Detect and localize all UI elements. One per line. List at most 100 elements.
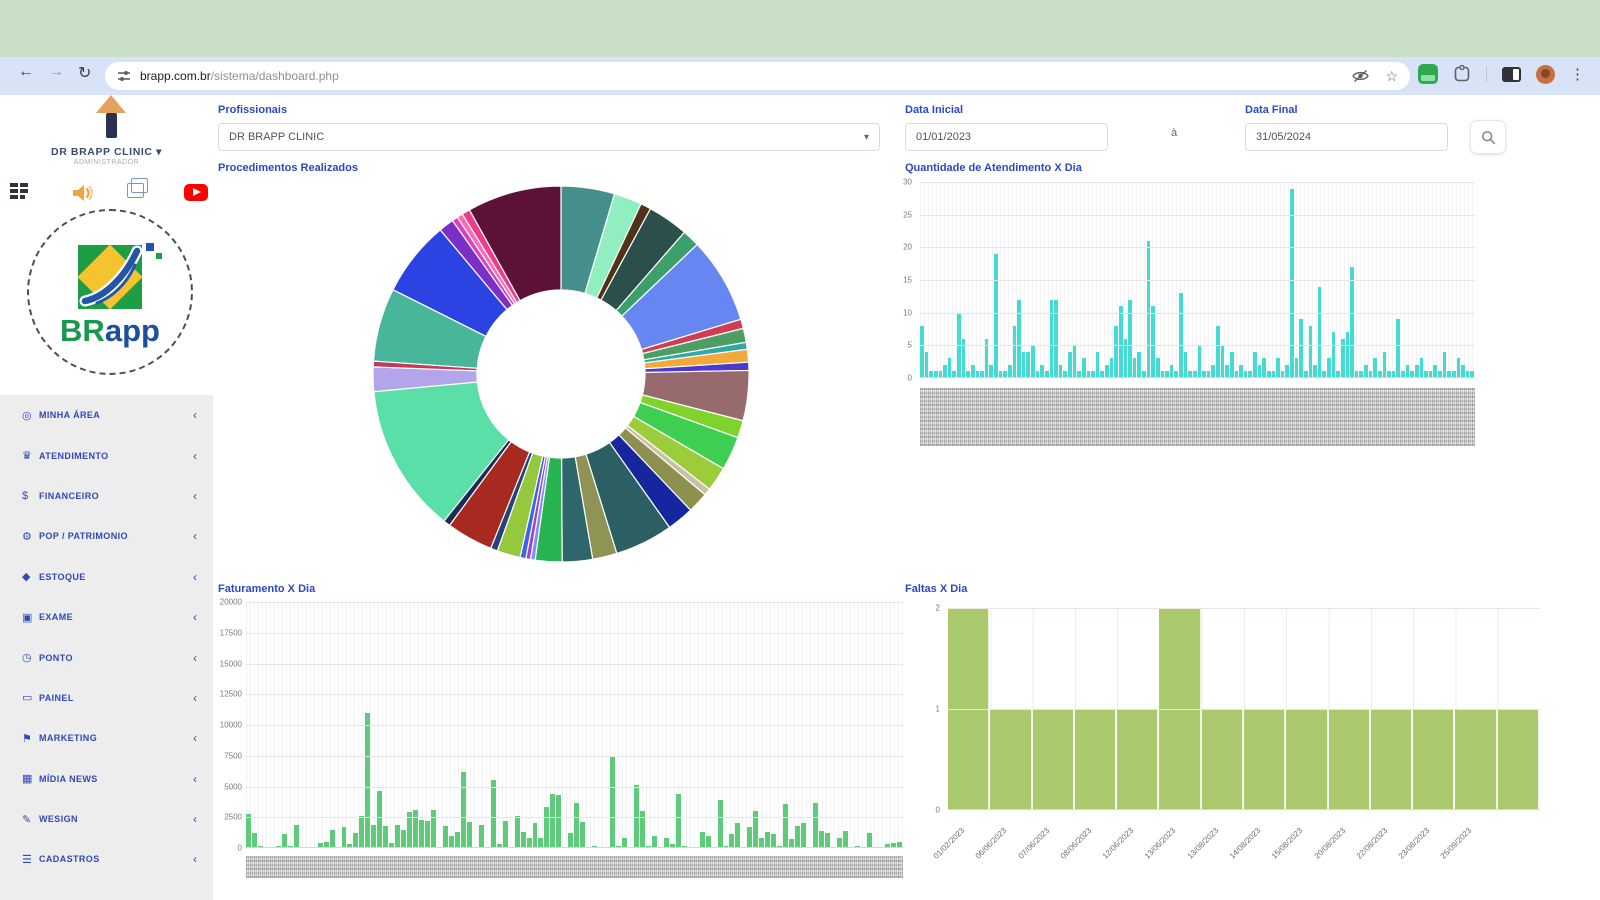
headset-icon: ◎: [22, 409, 39, 422]
x-tick-label: 13/08/2023: [1174, 826, 1220, 872]
bar: [920, 326, 924, 378]
browser-profile-avatar[interactable]: [1536, 65, 1555, 84]
sidebar-item-ponto[interactable]: ◷PONTO‹: [0, 637, 213, 677]
y-tick-label: 12500: [220, 690, 242, 699]
sidebar-item-pop-patrimonio[interactable]: ⚙POP / PATRIMONIO‹: [0, 516, 213, 556]
gridline: [246, 817, 903, 818]
bar: [1262, 358, 1266, 378]
bar: [990, 709, 1031, 810]
gridline: [948, 709, 1540, 710]
y-tick-label: 15: [903, 276, 912, 285]
y-tick-label: 0: [238, 844, 242, 853]
speaker-icon[interactable]: [72, 183, 94, 203]
bar: [359, 816, 364, 848]
attendance-plot: [920, 182, 1475, 378]
bar: [1286, 709, 1327, 810]
professionals-value: DR BRAPP CLINIC: [229, 131, 324, 143]
absences-plot: [948, 608, 1540, 810]
y-tick-label: 20: [903, 243, 912, 252]
bar: [1017, 300, 1021, 378]
forward-icon[interactable]: →: [48, 63, 64, 81]
gridline: [920, 280, 1475, 281]
sidebar-item-marketing[interactable]: ⚑MARKETING‹: [0, 718, 213, 758]
date-end-input[interactable]: 31/05/2024: [1245, 123, 1448, 151]
bar: [1371, 709, 1412, 810]
user-avatar[interactable]: [92, 95, 130, 139]
y-tick-label: 2: [936, 604, 940, 613]
sidebar-item-financeiro[interactable]: $FINANCEIRO‹: [0, 476, 213, 516]
chevron-left-icon: ‹: [193, 691, 197, 705]
youtube-icon[interactable]: [184, 184, 208, 201]
bar: [1455, 709, 1496, 810]
sidebar-item-label: PAINEL: [39, 693, 193, 703]
professionals-select[interactable]: DR BRAPP CLINIC ▾: [218, 123, 880, 151]
adblock-extension-icon[interactable]: [1418, 64, 1438, 84]
y-tick-label: 17500: [220, 628, 242, 637]
sidebar-item-label: MARKETING: [39, 733, 193, 743]
browser-menu-dots-icon[interactable]: ⋮: [1570, 65, 1585, 83]
bar: [533, 823, 538, 848]
chevron-left-icon: ‹: [193, 529, 197, 543]
revenue-plot: [246, 602, 903, 848]
bar: [813, 803, 818, 849]
bar: [1396, 319, 1400, 378]
sidebar-item-exame[interactable]: ▣EXAME‹: [0, 597, 213, 637]
bar: [1184, 352, 1188, 378]
bar: [729, 834, 734, 848]
date-start-label: Data Inicial: [905, 104, 963, 116]
bar: [330, 830, 335, 848]
address-bar[interactable]: brapp.com.br/sistema/dashboard.php ☆: [105, 62, 1410, 90]
chevron-left-icon: ‹: [193, 489, 197, 503]
bar: [556, 795, 561, 848]
sidebar-item-wesign[interactable]: ✎WESIGN‹: [0, 799, 213, 839]
bar: [395, 825, 400, 848]
sidebar-item-label: ATENDIMENTO: [39, 451, 193, 461]
sidebar-item-m-dia-news[interactable]: ▦MÍDIA NEWS‹: [0, 759, 213, 799]
copy-icon[interactable]: [127, 183, 144, 198]
x-tick-label: 20/08/2023: [1301, 826, 1347, 872]
logo-wordmark: BRapp: [29, 313, 191, 349]
extension-icon[interactable]: [1453, 65, 1471, 83]
chevron-left-icon: ‹: [193, 570, 197, 584]
bar: [1420, 358, 1424, 378]
browser-toolbar: ← → ↻ brapp.com.br/sistema/dashboard.php…: [0, 57, 1600, 95]
url-path: /sistema/dashboard.php: [211, 69, 339, 83]
bar: [419, 820, 424, 848]
sidebar-item-minha-rea[interactable]: ◎MINHA ÁREA‹: [0, 395, 213, 435]
bookmark-star-icon[interactable]: ☆: [1385, 68, 1398, 85]
eye-off-icon[interactable]: [1352, 69, 1369, 83]
sidebar-item-label: FINANCEIRO: [39, 491, 193, 501]
reload-icon[interactable]: ↻: [78, 63, 91, 83]
gridline: [246, 664, 903, 665]
sidebar-item-atendimento[interactable]: ♛ATENDIMENTO‹: [0, 435, 213, 475]
clock-icon: ◷: [22, 651, 39, 664]
tune-icon[interactable]: [117, 69, 131, 83]
bar: [1373, 358, 1377, 378]
back-icon[interactable]: ←: [18, 63, 34, 81]
bar: [1244, 709, 1285, 810]
gridline: [920, 247, 1475, 248]
gridline: [246, 756, 903, 757]
bar: [503, 821, 508, 848]
date-start-value: 01/01/2023: [916, 131, 971, 143]
x-tick-label: 08/06/2023: [1047, 826, 1093, 872]
sidebar-item-cadastros[interactable]: ☰CADASTROS‹: [0, 839, 213, 879]
y-tick-label: 2500: [224, 813, 242, 822]
bar: [718, 800, 723, 848]
sidebar-item-label: ESTOQUE: [39, 572, 193, 582]
bar: [1117, 709, 1158, 810]
side-panel-icon[interactable]: [1502, 67, 1521, 82]
sidebar-item-painel[interactable]: ▭PAINEL‹: [0, 678, 213, 718]
bar: [1050, 300, 1054, 378]
search-button[interactable]: [1470, 120, 1506, 154]
x-tick-label: 13/06/2023: [1132, 826, 1178, 872]
bar: [1068, 352, 1072, 378]
table-grid-icon[interactable]: [10, 183, 32, 202]
date-start-input[interactable]: 01/01/2023: [905, 123, 1108, 151]
sidebar-item-estoque[interactable]: ◆ESTOQUE‹: [0, 557, 213, 597]
user-name-dropdown[interactable]: DR BRAPP CLINIC ▾: [0, 146, 213, 158]
donut-svg: [365, 178, 757, 570]
bar: [294, 825, 299, 848]
sidebar-item-label: MINHA ÁREA: [39, 410, 193, 420]
bar: [401, 830, 406, 848]
